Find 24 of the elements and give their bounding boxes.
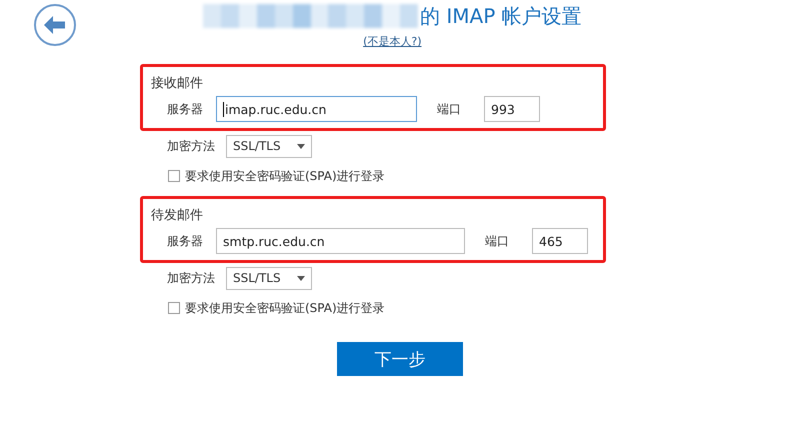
encryption-dropdown[interactable]: SSL/TLS <box>226 266 312 290</box>
back-button[interactable] <box>33 3 77 47</box>
port-field[interactable]: 993 <box>484 96 540 122</box>
port-field[interactable]: 465 <box>532 228 588 254</box>
port-label: 端口 <box>437 100 462 118</box>
server-label: 服务器 <box>167 232 204 250</box>
server-label: 服务器 <box>167 100 204 118</box>
encryption-label: 加密方法 <box>167 270 216 286</box>
checkbox[interactable] <box>168 302 180 314</box>
encryption-dropdown[interactable]: SSL/TLS <box>226 134 312 158</box>
checkbox-label: 要求使用安全密码验证(SPA)进行登录 <box>185 300 385 316</box>
section-heading: 待发邮件 <box>151 207 204 225</box>
dropdown-arrow-icon <box>297 144 305 148</box>
next-button[interactable]: 下一步 <box>337 342 463 376</box>
server-field[interactable]: smtp.ruc.edu.cn <box>216 228 465 254</box>
checkbox-label: 要求使用安全密码验证(SPA)进行登录 <box>185 168 385 184</box>
not-me-link[interactable]: (不是本人?) <box>363 34 422 49</box>
section-heading: 接收邮件 <box>151 75 204 93</box>
encryption-label: 加密方法 <box>167 138 216 154</box>
dropdown-arrow-icon <box>297 276 305 280</box>
port-label: 端口 <box>485 232 510 250</box>
checkbox[interactable] <box>168 170 180 182</box>
server-field[interactable]: imap.ruc.edu.cn <box>216 96 417 122</box>
window-title: 的 IMAP 帐户设置 <box>420 2 582 30</box>
